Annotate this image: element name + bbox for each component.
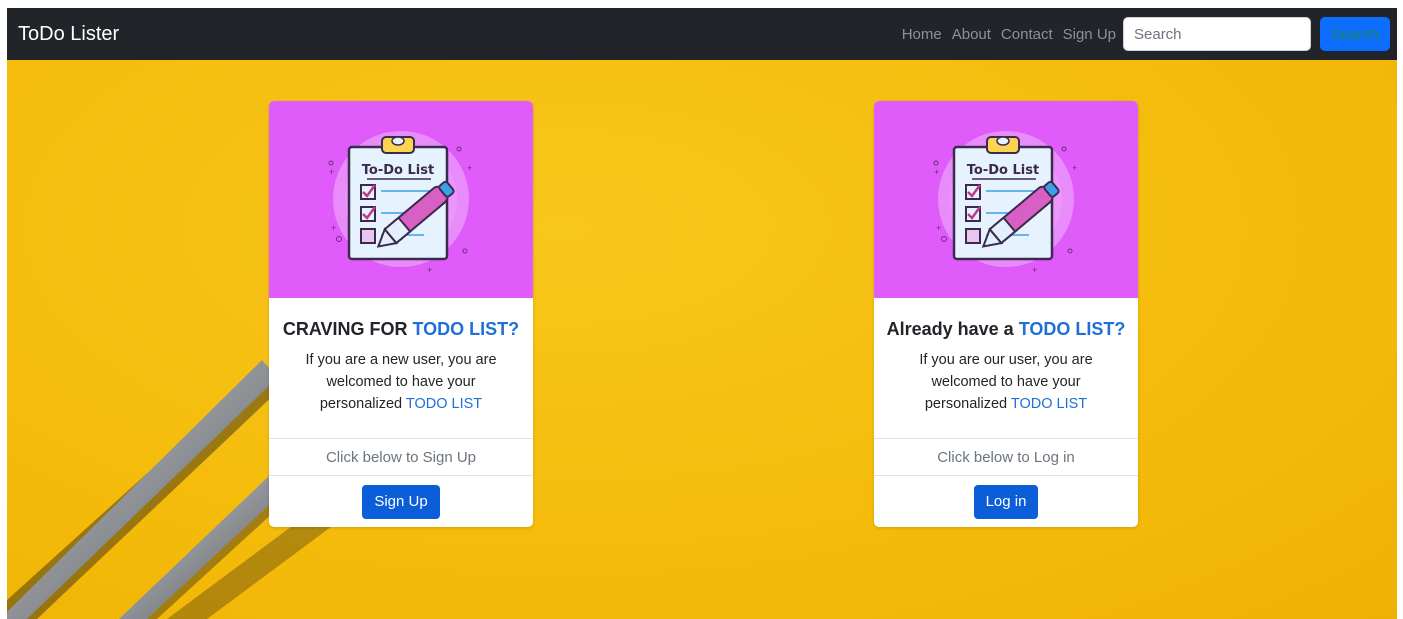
login-title-accent: TODO LIST? (1018, 319, 1126, 339)
pencils-decoration (7, 360, 347, 619)
nav-link-contact[interactable]: Contact (1001, 24, 1053, 46)
signup-title-accent: TODO LIST? (412, 319, 520, 339)
brand-link[interactable]: ToDo Lister (18, 21, 119, 47)
signup-title-text: CRAVING FOR (282, 319, 413, 339)
todo-list-illustration: To-Do List + + + + (874, 101, 1138, 298)
signup-card-title: CRAVING FOR TODO LIST? (269, 317, 533, 341)
nav-link-signup[interactable]: Sign Up (1063, 24, 1116, 46)
nav-link-home[interactable]: Home (902, 24, 942, 46)
signup-text-accent: TODO LIST (405, 396, 483, 412)
login-footer: Log in (874, 476, 1138, 527)
login-card-text: If you are our user, you are welcomed to… (891, 349, 1121, 415)
login-button[interactable]: Log in (973, 484, 1039, 519)
login-card-body: Already have a TODO LIST? If you are our… (874, 298, 1138, 438)
svg-text:To-Do List: To-Do List (967, 163, 1039, 178)
svg-text:+: + (936, 223, 941, 233)
signup-footer: Sign Up (269, 476, 533, 527)
signup-card-text: If you are a new user, you are welcomed … (286, 349, 516, 415)
svg-text:To-Do List: To-Do List (362, 163, 434, 178)
login-card-title: Already have a TODO LIST? (874, 317, 1138, 341)
clipboard-icon: To-Do List + + + + (933, 131, 1077, 275)
clipboard-icon: To-Do List + + + + (328, 131, 472, 275)
login-hint: Click below to Log in (874, 438, 1138, 476)
login-title-text: Already have a (886, 319, 1019, 339)
todo-list-illustration: To-Do List + + + + (269, 101, 533, 298)
svg-text:+: + (331, 223, 336, 233)
signup-card: To-Do List + + + + CRAVING FOR TODO LIST… (269, 101, 533, 527)
search-button[interactable]: Search (1320, 17, 1390, 51)
page-frame: ToDo Lister Home About Contact Sign Up S… (7, 8, 1397, 619)
svg-text:+: + (427, 265, 432, 275)
login-card: To-Do List + + + + Already have a TODO L… (874, 101, 1138, 527)
svg-text:+: + (934, 167, 939, 177)
signup-button[interactable]: Sign Up (362, 484, 440, 519)
svg-text:+: + (467, 163, 472, 173)
navbar: ToDo Lister Home About Contact Sign Up S… (7, 8, 1397, 60)
login-text-accent: TODO LIST (1010, 396, 1088, 412)
svg-text:+: + (1072, 163, 1077, 173)
svg-text:+: + (1032, 265, 1037, 275)
search-input[interactable] (1123, 17, 1311, 51)
hero-background: To-Do List + + + + CRAVING FOR TODO LIST… (7, 60, 1397, 619)
nav-links: Home About Contact Sign Up (902, 24, 1116, 46)
svg-text:+: + (329, 167, 334, 177)
signup-card-body: CRAVING FOR TODO LIST? If you are a new … (269, 298, 533, 438)
signup-hint: Click below to Sign Up (269, 438, 533, 476)
nav-link-about[interactable]: About (952, 24, 991, 46)
